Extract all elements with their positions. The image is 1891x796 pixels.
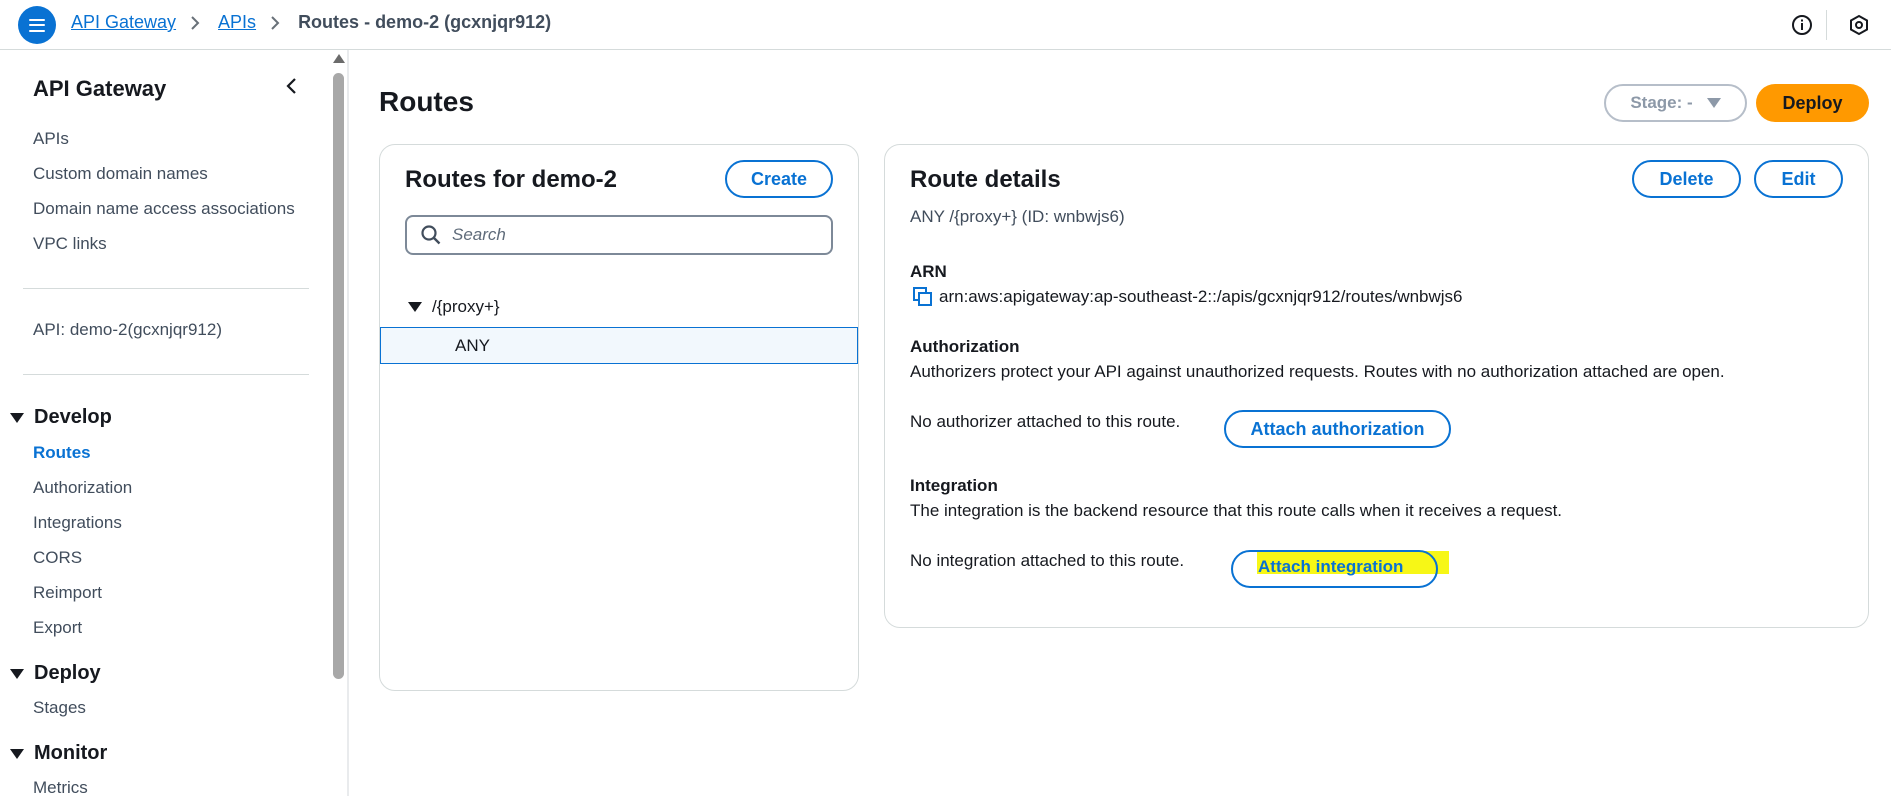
search-icon [420, 224, 442, 246]
section-title: Deploy [34, 662, 101, 684]
top-navigation-bar: API Gateway APIs Routes - demo-2 (gcxnjq… [0, 0, 1891, 50]
sidebar-item-reimport[interactable]: Reimport [33, 583, 102, 603]
sidebar-item-custom-domain-names[interactable]: Custom domain names [33, 164, 208, 184]
sidebar-item-metrics[interactable]: Metrics [33, 778, 88, 796]
caret-down-icon [408, 302, 422, 312]
section-title: Monitor [34, 742, 108, 764]
sidebar-item-authorization[interactable]: Authorization [33, 478, 132, 498]
sidebar-item-integrations[interactable]: Integrations [33, 513, 122, 533]
route-details-heading: Route details [910, 166, 1061, 193]
route-tree-path[interactable]: /{proxy+} [408, 297, 500, 317]
scroll-up-arrow-icon[interactable] [333, 54, 345, 63]
topbar-divider [1826, 10, 1827, 40]
sidebar-border [347, 50, 349, 796]
integration-label: Integration [910, 476, 998, 495]
copy-icon[interactable] [913, 287, 933, 307]
search-input[interactable] [452, 225, 812, 245]
sidebar-section-deploy[interactable]: Deploy [10, 662, 101, 685]
caret-down-icon [10, 412, 24, 423]
routes-panel-heading: Routes for demo-2 [405, 166, 618, 193]
menu-icon [29, 18, 45, 32]
sidebar-api-label[interactable]: API: demo-2(gcxnjqr912) [33, 320, 222, 340]
breadcrumb-apis[interactable]: APIs [218, 12, 256, 33]
authorization-status: No authorizer attached to this route. [910, 412, 1181, 431]
route-path-label: /{proxy+} [432, 297, 500, 316]
authorization-description: Authorizers protect your API against una… [910, 362, 1725, 381]
create-route-button[interactable]: Create [725, 160, 833, 198]
page-title: Routes [379, 86, 474, 117]
caret-down-icon [10, 748, 24, 759]
route-method-any[interactable]: ANY [380, 327, 858, 364]
sidebar-title: API Gateway [33, 76, 167, 101]
edit-button[interactable]: Edit [1754, 160, 1843, 198]
route-summary: ANY /{proxy+} (ID: wnbwjs6) [910, 207, 1125, 226]
sidebar-item-vpc-links[interactable]: VPC links [33, 234, 107, 254]
scrollbar-thumb[interactable] [333, 73, 344, 679]
sidebar-item-apis[interactable]: APIs [33, 129, 69, 149]
arn-value: arn:aws:apigateway:ap-southeast-2::/apis… [939, 287, 1463, 306]
stage-label: Stage: - [1630, 93, 1693, 112]
sidebar-section-monitor[interactable]: Monitor [10, 742, 107, 765]
route-method-label: ANY [455, 335, 490, 355]
chevron-left-icon[interactable] [282, 76, 302, 96]
breadcrumb-current: Routes - demo-2 (gcxnjqr912) [298, 12, 552, 32]
sidebar-item-routes[interactable]: Routes [33, 443, 91, 463]
arn-label: ARN [910, 262, 947, 281]
sidebar-divider [23, 288, 309, 289]
caret-down-icon [10, 668, 24, 679]
sidebar-item-export[interactable]: Export [33, 618, 82, 638]
deploy-button[interactable]: Deploy [1756, 84, 1869, 122]
attach-integration-label[interactable]: Attach integration [1258, 557, 1403, 577]
breadcrumb-api-gateway[interactable]: API Gateway [71, 12, 176, 33]
breadcrumb: API Gateway APIs Routes - demo-2 (gcxnjq… [71, 12, 551, 33]
chevron-right-icon [190, 14, 204, 32]
chevron-right-icon [270, 14, 284, 32]
stage-select-button[interactable]: Stage: - [1604, 84, 1747, 122]
sidebar-section-develop[interactable]: Develop [10, 406, 112, 429]
section-title: Develop [34, 406, 112, 428]
caret-down-icon [1706, 98, 1721, 108]
sidebar-divider [23, 374, 309, 375]
attach-authorization-button[interactable]: Attach authorization [1224, 410, 1451, 448]
sidebar-item-domain-name-access-associations[interactable]: Domain name access associations [33, 199, 295, 219]
authorization-label: Authorization [910, 337, 1020, 356]
integration-description: The integration is the backend resource … [910, 501, 1563, 520]
route-search[interactable] [405, 215, 833, 255]
settings-hex-icon[interactable] [1846, 12, 1872, 38]
info-icon[interactable] [1789, 12, 1815, 38]
delete-button[interactable]: Delete [1632, 160, 1741, 198]
sidebar-item-stages[interactable]: Stages [33, 698, 86, 718]
integration-status: No integration attached to this route. [910, 551, 1185, 570]
sidebar-item-cors[interactable]: CORS [33, 548, 82, 568]
menu-button[interactable] [18, 6, 56, 44]
